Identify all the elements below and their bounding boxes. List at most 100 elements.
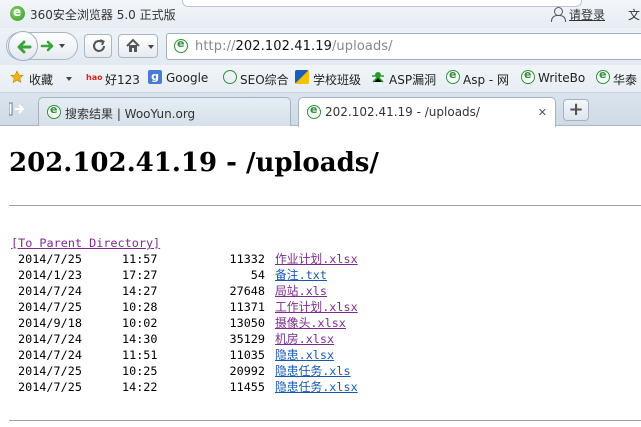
file-link[interactable]: 机房.xlsx [275,331,334,347]
file-time: 10:25 [122,364,158,378]
title-bar: 360安全浏览器 5.0 正式版 请登录 文 [0,0,641,28]
tab-label: 202.102.41.19 - /uploads/ [325,105,480,119]
title-search-notch [182,0,582,7]
file-link[interactable]: 工作计划.xlsx [275,299,358,315]
seo-icon [223,70,237,84]
file-size: 11332 [229,252,265,266]
file-link[interactable]: 隐患.xlsx [275,347,334,363]
home-icon [126,38,140,52]
favorites-chevron-down-icon[interactable] [66,77,72,81]
file-row: 2014/1/23 17:27 54 备注.txt [11,267,327,283]
directory-listing: [To Parent Directory] 2014/7/25 11:57 1133… [11,235,358,395]
file-row: 2014/7/24 14:27 27648 局站.xls [11,283,327,299]
file-link[interactable]: 摄像头.xlsx [275,315,346,331]
file-date: 2014/7/24 [18,284,82,298]
bookmark-writebo[interactable]: WriteBo [538,71,585,85]
tab-uploads[interactable]: 202.102.41.19 - /uploads/ ✕ [298,97,556,127]
tab-wooyun-search[interactable]: 搜索结果 | WooYun.org [38,97,291,126]
file-date: 2014/9/18 [18,316,82,330]
tab-favicon-icon [307,103,321,119]
bookmark-seo[interactable]: SEO综合 [240,71,289,88]
forward-button[interactable] [40,36,65,56]
file-row: 2014/7/25 11:57 11332 作业计划.xlsx [11,251,358,267]
file-row: 2014/7/24 14:30 35129 机房.xlsx [11,331,334,347]
back-button[interactable] [8,31,38,61]
sidebar-toggle-icon[interactable] [9,102,25,116]
huatai-ie-icon [596,68,610,84]
navigation-bar: http://202.102.41.19/uploads/ [0,28,641,65]
refresh-button[interactable] [84,34,112,58]
bookmark-favorites[interactable]: 收藏 [29,71,53,88]
file-date: 2014/7/24 [18,332,82,346]
bookmark-school[interactable]: 学校班级 [313,71,361,88]
file-link[interactable]: 隐患任务.xlsx [275,379,358,395]
new-tab-button[interactable]: + [563,99,589,121]
divider [9,205,641,206]
forward-arrow-icon [40,40,54,52]
file-link[interactable]: 作业计划.xlsx [275,251,358,267]
window-title: 360安全浏览器 5.0 正式版 [30,8,176,22]
file-date: 2014/7/25 [18,252,82,266]
file-time: 11:57 [122,252,158,266]
file-size: 27648 [229,284,265,298]
chevron-down-icon[interactable] [59,44,65,48]
asp-net-ie-icon [446,68,460,84]
page-title: 202.102.41.19 - /uploads/ [9,148,379,178]
file-size: 20992 [229,364,265,378]
login-link[interactable]: 请登录 [569,6,605,23]
hao123-icon: hao [86,73,103,82]
tab-favicon-icon [47,103,61,119]
file-size: 54 [250,268,265,282]
bookmarks-bar: 收藏 hao 好123 g Google SEO综合 学校班级 ASP漏洞 As… [0,65,641,93]
file-size: 11035 [229,348,265,362]
close-icon[interactable]: ✕ [538,106,547,119]
file-size: 11371 [229,300,265,314]
address-bar[interactable]: http://202.102.41.19/uploads/ [166,33,641,60]
file-row: 2014/7/24 11:51 11035 隐患.xlsx [11,347,334,363]
parent-directory-link[interactable]: [To Parent Directory] [11,235,160,251]
tab-label: 搜索结果 | WooYun.org [65,107,196,121]
divider [9,420,641,421]
file-size: 11455 [229,380,265,394]
bug-icon [372,72,384,83]
bookmark-hao123[interactable]: 好123 [105,71,140,88]
home-button[interactable] [118,34,158,58]
file-date: 2014/7/25 [18,364,82,378]
file-time: 14:27 [122,284,158,298]
home-chevron-down-icon[interactable] [148,45,154,49]
file-time: 10:28 [122,300,158,314]
star-icon [10,70,24,84]
file-date: 2014/7/24 [18,348,82,362]
bookmark-google[interactable]: Google [166,71,208,85]
address-url[interactable]: http://202.102.41.19/uploads/ [195,39,393,54]
writebo-ie-icon [521,68,535,84]
bookmark-asp-bug[interactable]: ASP漏洞 [389,71,436,88]
file-row: 2014/7/25 14:22 11455 隐患任务.xlsx [11,379,358,395]
file-time: 11:51 [122,348,158,362]
back-arrow-icon [17,40,32,54]
page-favicon-icon [174,37,188,53]
file-date: 2014/7/25 [18,300,82,314]
file-link[interactable]: 隐患任务.xls [275,363,351,379]
file-link[interactable]: 局站.xls [275,283,327,299]
tab-strip: 搜索结果 | WooYun.org 202.102.41.19 - /uploa… [0,93,641,127]
file-size: 35129 [229,332,265,346]
refresh-icon [93,39,105,52]
bookmark-huatai[interactable]: 华泰 [613,71,637,88]
school-icon [295,70,309,84]
file-time: 14:30 [122,332,158,346]
file-row: 2014/7/25 10:25 20992 隐患任务.xls [11,363,351,379]
bookmark-asp-net[interactable]: Asp - 网 [463,71,509,88]
user-icon[interactable] [551,7,566,22]
file-time: 10:02 [122,316,158,330]
file-date: 2014/7/25 [18,380,82,394]
file-size: 13050 [229,316,265,330]
file-time: 14:22 [122,380,158,394]
file-row: 2014/9/18 10:02 13050 摄像头.xlsx [11,315,346,331]
google-icon: g [148,70,162,84]
file-row: 2014/7/25 10:28 11371 工作计划.xlsx [11,299,358,315]
file-date: 2014/1/23 [18,268,82,282]
title-extra-text[interactable]: 文 [628,6,640,23]
file-link[interactable]: 备注.txt [275,267,327,283]
file-time: 17:27 [122,268,158,282]
